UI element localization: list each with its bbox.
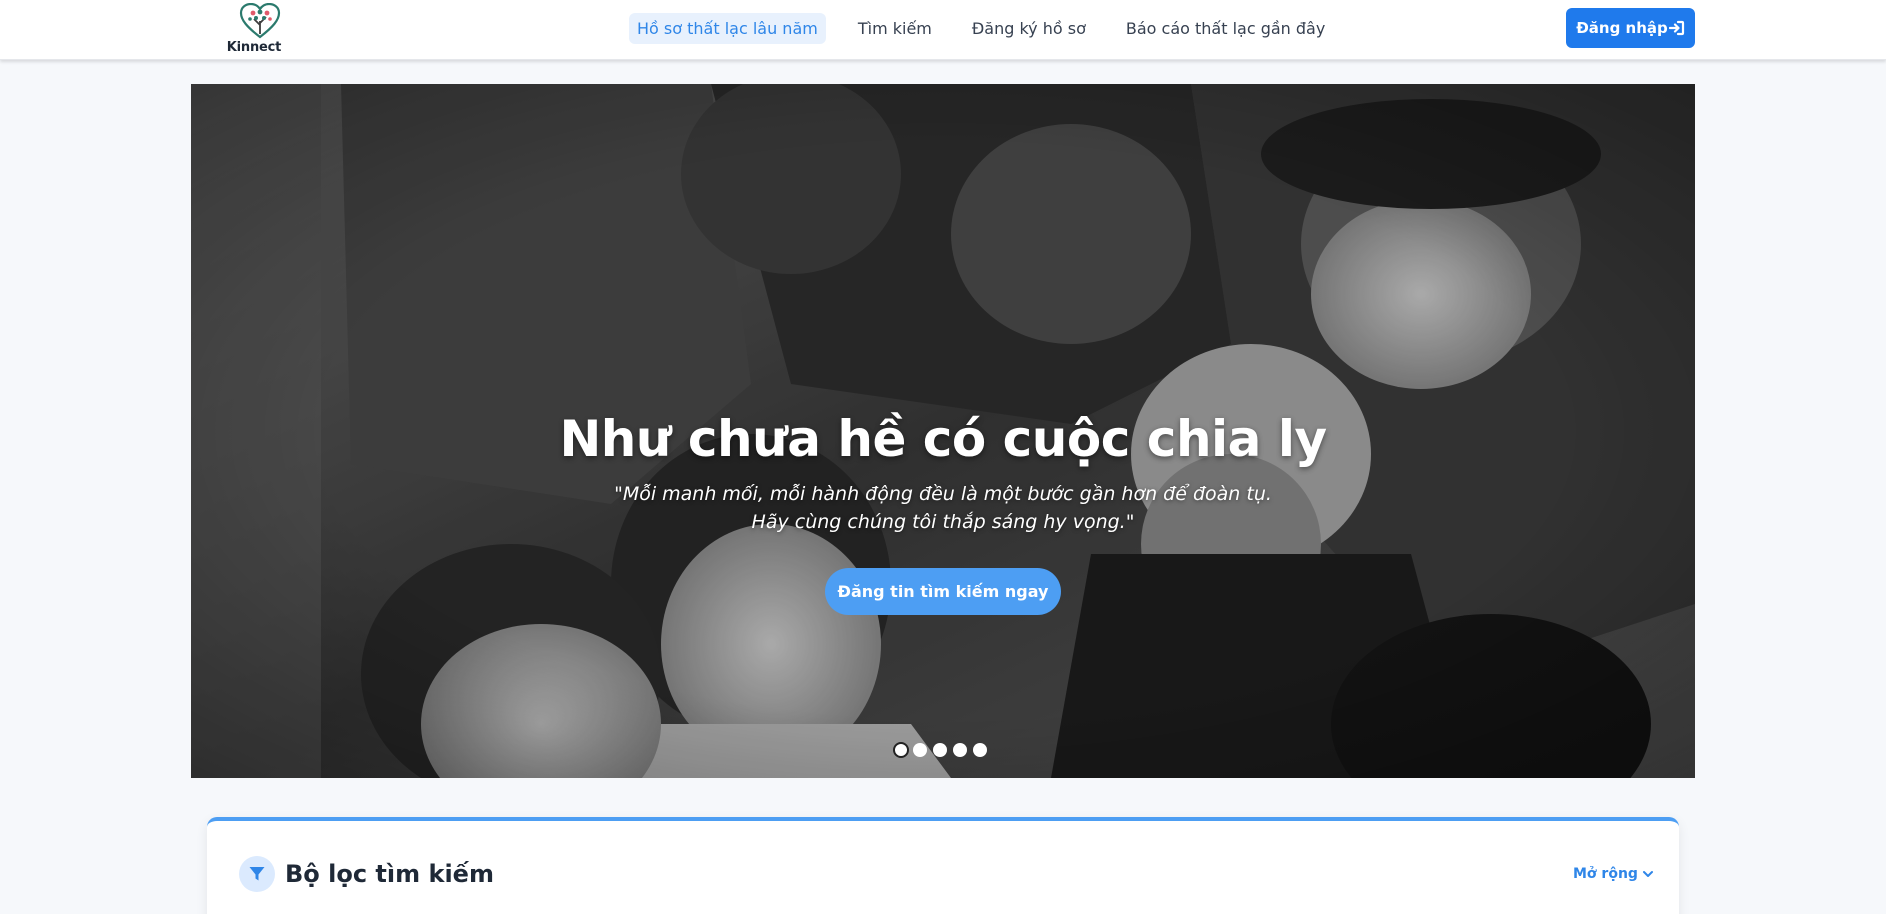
nav-item-register-profile[interactable]: Đăng ký hồ sơ [964, 13, 1094, 44]
login-button-label: Đăng nhập [1576, 19, 1668, 37]
carousel-dot-2[interactable] [913, 743, 927, 757]
filter-icon-badge [239, 856, 275, 892]
main-nav: Hồ sơ thất lạc lâu năm Tìm kiếm Đăng ký … [629, 12, 1357, 44]
nav-item-recent-reports[interactable]: Báo cáo thất lạc gần đây [1118, 13, 1333, 44]
chevron-down-icon [1642, 871, 1653, 877]
hero-title: Như chưa hề có cuộc chia ly [559, 410, 1327, 468]
hero-quote: "Mỗi manh mối, mỗi hành động đều là một … [614, 483, 1272, 533]
carousel-dot-5[interactable] [973, 743, 987, 757]
carousel-indicators [893, 742, 993, 758]
brand-name: Kinnect [226, 40, 282, 55]
carousel-dot-1[interactable] [893, 742, 909, 758]
hero-carousel: Như chưa hề có cuộc chia ly "Mỗi manh mố… [191, 84, 1695, 778]
expand-filter-label: Mở rộng [1573, 866, 1638, 882]
tree-heart-logo-icon [239, 3, 281, 39]
filter-title: Bộ lọc tìm kiếm [285, 860, 494, 888]
filter-icon [249, 867, 265, 881]
nav-item-long-term-missing[interactable]: Hồ sơ thất lạc lâu năm [629, 12, 826, 44]
top-navbar: Kinnect Hồ sơ thất lạc lâu năm Tìm kiếm … [0, 0, 1886, 60]
search-filter-card: Bộ lọc tìm kiếm Mở rộng [207, 817, 1679, 914]
brand-logo[interactable]: Kinnect [226, 3, 288, 55]
sign-in-icon [1668, 20, 1684, 36]
nav-item-search[interactable]: Tìm kiếm [850, 13, 940, 44]
login-button[interactable]: Đăng nhập [1566, 8, 1695, 48]
carousel-dot-4[interactable] [953, 743, 967, 757]
carousel-dot-3[interactable] [933, 743, 947, 757]
post-search-button[interactable]: Đăng tin tìm kiếm ngay [825, 568, 1061, 615]
expand-filter-button[interactable]: Mở rộng [1573, 866, 1654, 882]
